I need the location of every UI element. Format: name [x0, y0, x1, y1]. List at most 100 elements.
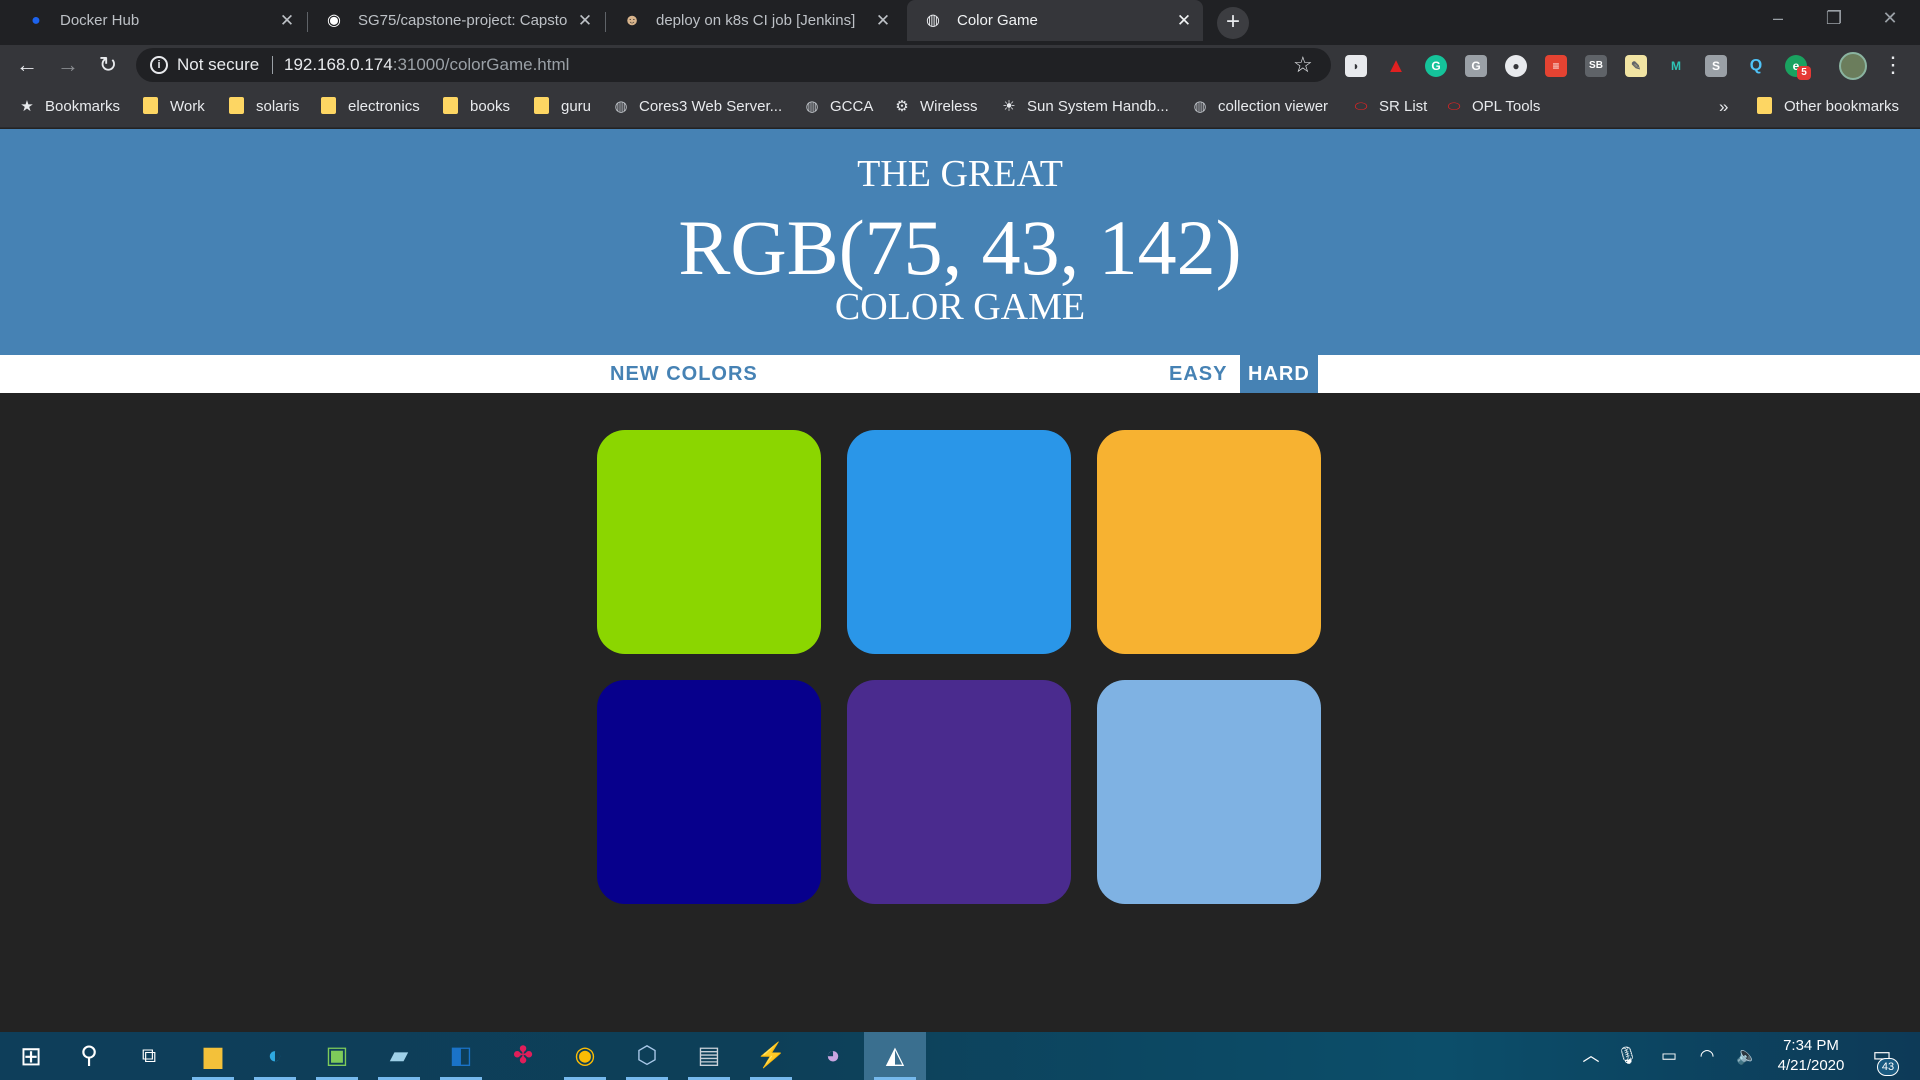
image-editor-icon[interactable]: ▣	[306, 1032, 368, 1080]
bookmarks-overflow-icon[interactable]: »	[1719, 85, 1728, 128]
bookmark-label: collection viewer	[1218, 98, 1329, 115]
file-explorer-icon[interactable]: ▆	[182, 1032, 244, 1080]
color-square[interactable]	[597, 680, 821, 904]
clock-date: 4/21/2020	[1777, 1057, 1845, 1074]
security-label[interactable]: Not secure	[177, 48, 259, 82]
grammarly-extension-icon[interactable]: G	[1425, 55, 1447, 77]
menu-icon[interactable]: ⋮	[1882, 50, 1904, 80]
close-icon[interactable]: ✕	[872, 0, 894, 41]
start-windows-icon[interactable]: ⊞	[0, 1032, 62, 1080]
title-top: THE GREAT	[857, 153, 1063, 195]
oracle-icon: ⬭	[1354, 98, 1368, 115]
chrome-icon[interactable]: ◉	[554, 1032, 616, 1080]
notepad-icon[interactable]: ▰	[368, 1032, 430, 1080]
edge-icon[interactable]: ◐	[244, 1032, 306, 1080]
url-text[interactable]: 192.168.0.174:31000/colorGame.html	[284, 48, 569, 82]
virtualbox-icon[interactable]: ⬡	[616, 1032, 678, 1080]
bookmark-other-bookmarks[interactable]: Other bookmarks	[1757, 85, 1899, 128]
folder-icon	[229, 97, 244, 114]
extension-badge: 5	[1797, 66, 1811, 80]
bookmark-wireless[interactable]: ⚙ Wireless	[893, 85, 977, 128]
putty-icon[interactable]: ⚡	[740, 1032, 802, 1080]
restore-icon[interactable]: ❐	[1808, 0, 1860, 38]
outlook-icon[interactable]: ◧	[430, 1032, 492, 1080]
globe-icon: ◍	[926, 12, 940, 29]
color-grid	[597, 430, 1321, 905]
profile-avatar[interactable]	[1839, 52, 1867, 80]
volume-icon[interactable]: 🔈	[1734, 1032, 1760, 1080]
sb-extension-icon[interactable]: SB	[1585, 55, 1607, 77]
pocket-extension-icon[interactable]: ◗	[1345, 55, 1367, 77]
s-extension-icon[interactable]: S	[1705, 55, 1727, 77]
bookmark-label: electronics	[348, 98, 420, 115]
tab-strip: ● Docker Hub ✕ ◉ SG75/capstone-project: …	[0, 0, 1920, 45]
taskbar-clock[interactable]: 7:34 PM 4/21/2020	[1767, 1036, 1855, 1076]
new-colors-button[interactable]: NEW COLORS	[602, 355, 766, 393]
notes-extension-icon[interactable]: ✎	[1625, 55, 1647, 77]
title-bottom: COLOR GAME	[834, 286, 1086, 328]
star-icon: ★	[20, 98, 34, 115]
color-square[interactable]	[847, 680, 1071, 904]
acrobat-extension-icon[interactable]: ▲	[1385, 55, 1407, 77]
bookmark-collection-viewer[interactable]: ◍ collection viewer	[1191, 85, 1328, 128]
bookmark-label: GCCA	[830, 98, 874, 115]
forward-icon[interactable]: →	[52, 49, 84, 81]
globe-icon: ◍	[614, 98, 628, 115]
bookmark-label: solaris	[256, 98, 300, 115]
color-square[interactable]	[847, 430, 1071, 654]
info-icon[interactable]: i	[150, 56, 168, 74]
bookmark-label: Cores3 Web Server...	[639, 98, 783, 115]
tab-docker-hub[interactable]: ● Docker Hub ✕	[10, 0, 306, 41]
url-path: :31000/colorGame.html	[392, 55, 570, 74]
tab-github-capstone[interactable]: ◉ SG75/capstone-project: Capstone ✕	[308, 0, 604, 41]
easy-mode-button[interactable]: EASY	[1161, 355, 1235, 393]
color-square[interactable]	[1097, 430, 1321, 654]
tab-jenkins[interactable]: ☻ deploy on k8s CI job [Jenkins] ✕	[606, 0, 902, 41]
bookmark-sr-list[interactable]: ⬭ SR List	[1352, 85, 1428, 128]
close-icon[interactable]: ✕	[276, 0, 298, 41]
bookmark-bookmarks[interactable]: ★ Bookmarks	[18, 85, 120, 128]
search-icon[interactable]: ⚲	[58, 1032, 120, 1080]
browser-toolbar: ← → ↻ i Not secure 192.168.0.174:31000/c…	[0, 45, 1920, 85]
hard-mode-button[interactable]: HARD	[1240, 355, 1318, 393]
tray-expand-icon[interactable]: ︿	[1578, 1032, 1604, 1080]
bookmark-cores3[interactable]: ◍ Cores3 Web Server...	[612, 85, 782, 128]
slack-icon[interactable]: ✤	[492, 1032, 554, 1080]
bookmark-guru[interactable]: guru	[534, 85, 591, 128]
folder-icon	[321, 97, 336, 114]
record-extension-icon[interactable]: ●	[1505, 55, 1527, 77]
clock-time: 7:34 PM	[1783, 1037, 1839, 1054]
photos-icon[interactable]: ◭	[864, 1032, 926, 1080]
github-desktop-icon[interactable]: ◕	[802, 1032, 864, 1080]
new-tab-button[interactable]: +	[1217, 7, 1249, 39]
m-extension-icon[interactable]: M	[1665, 55, 1687, 77]
color-square[interactable]	[597, 430, 821, 654]
bookmark-books[interactable]: books	[443, 85, 510, 128]
bookmark-sun-handbook[interactable]: ☀ Sun System Handb...	[1000, 85, 1168, 128]
google-extension-icon[interactable]: G	[1465, 55, 1487, 77]
close-icon[interactable]: ✕	[1173, 0, 1195, 41]
bookmark-work[interactable]: Work	[143, 85, 205, 128]
bookmark-gcca[interactable]: ◍ GCCA	[803, 85, 873, 128]
bookmark-electronics[interactable]: electronics	[321, 85, 420, 128]
battery-icon[interactable]: ▭	[1654, 1032, 1684, 1080]
back-icon[interactable]: ←	[11, 49, 43, 81]
url-divider	[272, 56, 273, 74]
bookmark-opl-tools[interactable]: ⬭ OPL Tools	[1445, 85, 1541, 128]
address-bar[interactable]: i Not secure 192.168.0.174:31000/colorGa…	[136, 48, 1331, 82]
terminal-icon[interactable]: ▤	[678, 1032, 740, 1080]
color-square[interactable]	[1097, 680, 1321, 904]
bookmark-label: SR List	[1379, 98, 1428, 115]
todoist-extension-icon[interactable]: ≡	[1545, 55, 1567, 77]
window-close-icon[interactable]: ✕	[1864, 0, 1916, 38]
close-icon[interactable]: ✕	[574, 0, 596, 41]
microphone-icon[interactable]: 🎙	[1614, 1032, 1640, 1080]
reload-icon[interactable]: ↻	[92, 49, 124, 81]
bookmark-star-icon[interactable]: ☆	[1293, 48, 1313, 82]
tab-color-game[interactable]: ◍ Color Game ✕	[907, 0, 1203, 41]
minimize-icon[interactable]: –	[1752, 0, 1804, 38]
task-view-icon[interactable]: ⧉	[118, 1032, 180, 1080]
bookmark-solaris[interactable]: solaris	[229, 85, 299, 128]
wifi-icon[interactable]: ◠	[1694, 1032, 1720, 1080]
q-extension-icon[interactable]: Q	[1745, 55, 1767, 77]
